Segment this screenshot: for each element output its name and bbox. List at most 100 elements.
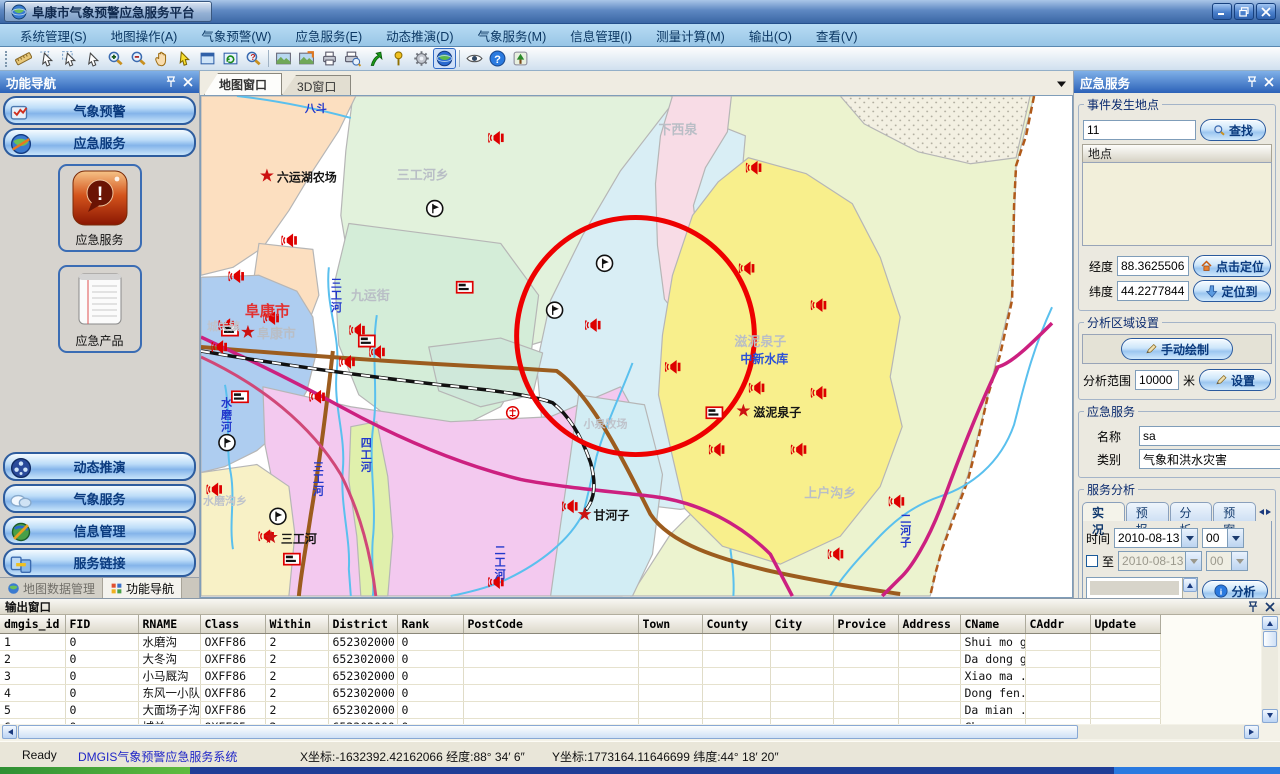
visibility-eye-icon[interactable] xyxy=(463,48,486,69)
menu-item-2[interactable]: 气象预警(W) xyxy=(189,23,283,48)
accordion-item-bottom-3[interactable]: 服务链接 xyxy=(3,548,196,577)
scroll-up-icon[interactable] xyxy=(1183,578,1197,592)
menu-item-3[interactable]: 应急服务(E) xyxy=(283,23,374,48)
column-header-Town[interactable]: Town xyxy=(638,615,702,633)
go-arrow-icon[interactable] xyxy=(364,48,387,69)
help-icon[interactable]: ? xyxy=(486,48,509,69)
menu-item-7[interactable]: 测量计算(M) xyxy=(644,23,737,48)
maximize-button[interactable] xyxy=(1234,3,1254,20)
column-header-Provice[interactable]: Provice xyxy=(833,615,898,633)
zoom-in-icon[interactable] xyxy=(104,48,127,69)
layer-tree-icon[interactable] xyxy=(509,48,532,69)
map-tab-0[interactable]: 地图窗口 xyxy=(204,73,282,95)
select-arrow-icon[interactable] xyxy=(81,48,104,69)
pin-icon[interactable] xyxy=(166,76,176,88)
refresh-view-icon[interactable] xyxy=(219,48,242,69)
column-header-dmgis_id[interactable]: dmgis_id xyxy=(0,615,65,633)
place-marker-icon[interactable] xyxy=(387,48,410,69)
element-list[interactable]: 降水空气温度 xyxy=(1086,577,1198,598)
identify-icon[interactable]: ? xyxy=(242,48,265,69)
table-row[interactable]: 50大面场子沟OXFF8626523020000Da mian ... xyxy=(0,701,1160,718)
range-input[interactable] xyxy=(1135,370,1179,390)
column-header-County[interactable]: County xyxy=(702,615,770,633)
accordion-item-0[interactable]: 气象预警 xyxy=(3,96,196,125)
menu-item-0[interactable]: 系统管理(S) xyxy=(8,23,99,48)
longitude-input[interactable] xyxy=(1117,256,1189,276)
accordion-item-bottom-2[interactable]: 信息管理 xyxy=(3,516,196,545)
tab-list-dropdown-icon[interactable] xyxy=(1056,77,1067,91)
scrollbar-thumb[interactable] xyxy=(1263,631,1277,647)
pin-icon[interactable] xyxy=(1248,601,1258,613)
menu-item-8[interactable]: 输出(O) xyxy=(737,23,804,48)
ruler-icon[interactable] xyxy=(12,48,35,69)
analysis-tab-3[interactable]: 预案 xyxy=(1213,502,1256,521)
set-range-button[interactable]: 设置 xyxy=(1199,369,1271,391)
column-header-Within[interactable]: Within xyxy=(265,615,328,633)
service-name-input[interactable] xyxy=(1139,426,1280,446)
column-header-RNAME[interactable]: RNAME xyxy=(138,615,200,633)
scroll-right-icon[interactable] xyxy=(1244,725,1259,739)
table-row[interactable]: 60城关OXFF8526523020000Cheng guan xyxy=(0,718,1160,724)
date-select[interactable]: 2010-08-13 xyxy=(1114,528,1198,548)
select-rect-icon[interactable] xyxy=(58,48,81,69)
map-canvas[interactable]: 八斗六运湖农场三工河乡下西泉九运街阜康市城关镇阜康市滋泥泉子中新水库滋泥泉子小泉… xyxy=(201,96,1072,597)
map-tab-1[interactable]: 3D窗口 xyxy=(282,75,351,95)
menu-item-4[interactable]: 动态推演(D) xyxy=(374,23,465,48)
close-icon[interactable] xyxy=(1264,77,1274,87)
menu-item-1[interactable]: 地图操作(A) xyxy=(99,23,190,48)
service-type-select[interactable]: 气象和洪水灾害 xyxy=(1139,449,1280,469)
left-panel-tab-0[interactable]: 地图数据管理 xyxy=(0,578,103,598)
column-header-Class[interactable]: Class xyxy=(200,615,265,633)
shortcut-0[interactable]: !应急服务 xyxy=(58,164,142,252)
print-icon[interactable] xyxy=(318,48,341,69)
chevron-down-icon[interactable] xyxy=(1181,529,1197,547)
chevron-down-icon[interactable] xyxy=(1227,529,1243,547)
menu-item-6[interactable]: 信息管理(I) xyxy=(558,23,644,48)
analysis-tab-1[interactable]: 预报 xyxy=(1126,502,1169,521)
column-header-City[interactable]: City xyxy=(770,615,833,633)
print-preview-icon[interactable] xyxy=(341,48,364,69)
hour-to-select[interactable]: 00 xyxy=(1206,551,1248,571)
table-vertical-scrollbar[interactable] xyxy=(1262,616,1278,723)
accordion-item-bottom-0[interactable]: 动态推演 xyxy=(3,452,196,481)
hour-select[interactable]: 00 xyxy=(1202,528,1244,548)
left-panel-tab-1[interactable]: 功能导航 xyxy=(103,578,182,598)
table-row[interactable]: 40东风一小队OXFF8626523020000Dong fen... xyxy=(0,684,1160,701)
column-header-Address[interactable]: Address xyxy=(898,615,960,633)
analysis-tab-2[interactable]: 分析 xyxy=(1170,502,1213,521)
map-image-icon[interactable] xyxy=(272,48,295,69)
pin-icon[interactable] xyxy=(1247,76,1257,88)
close-icon[interactable] xyxy=(183,77,193,87)
tab-scroll-left-icon[interactable] xyxy=(1258,504,1264,518)
menu-item-9[interactable]: 查看(V) xyxy=(804,23,870,48)
minimize-button[interactable] xyxy=(1212,3,1232,20)
globe-3d-icon[interactable] xyxy=(433,48,456,69)
analysis-tab-0[interactable]: 实况 xyxy=(1082,502,1125,521)
full-extent-icon[interactable] xyxy=(196,48,219,69)
place-list[interactable] xyxy=(1082,162,1272,246)
pan-hand-icon[interactable] xyxy=(150,48,173,69)
pointer-icon[interactable] xyxy=(173,48,196,69)
table-row[interactable]: 20大冬沟OXFF8626523020000Da dong gou xyxy=(0,650,1160,667)
list-scrollbar[interactable] xyxy=(1182,578,1197,598)
result-table[interactable]: dmgis_idFIDRNAMEClassWithinDistrictRankP… xyxy=(0,615,1161,724)
select-polygon-icon[interactable] xyxy=(35,48,58,69)
column-header-District[interactable]: District xyxy=(328,615,397,633)
locate-to-button[interactable]: 定位到 xyxy=(1193,280,1271,302)
analyze-button[interactable]: i 分析 xyxy=(1202,580,1268,598)
table-row[interactable]: 30小马厩沟OXFF8626523020000Xiao ma ... xyxy=(0,667,1160,684)
scrollbar-thumb[interactable] xyxy=(18,725,1078,739)
toolbar-grip[interactable] xyxy=(5,51,9,67)
column-header-PostCode[interactable]: PostCode xyxy=(463,615,638,633)
manual-draw-button[interactable]: 手动绘制 xyxy=(1121,338,1233,360)
close-icon[interactable] xyxy=(1265,602,1275,612)
zoom-out-icon[interactable] xyxy=(127,48,150,69)
click-locate-button[interactable]: 点击定位 xyxy=(1193,255,1271,277)
menu-item-5[interactable]: 气象服务(M) xyxy=(466,23,559,48)
search-button[interactable]: 查找 xyxy=(1200,119,1266,141)
settings-gear-icon[interactable] xyxy=(410,48,433,69)
scroll-up-icon[interactable] xyxy=(1262,616,1278,630)
map-viewport[interactable]: 八斗六运湖农场三工河乡下西泉九运街阜康市城关镇阜康市滋泥泉子中新水库滋泥泉子小泉… xyxy=(200,95,1073,598)
tab-scroll-right-icon[interactable] xyxy=(1266,504,1272,518)
scroll-left-icon[interactable] xyxy=(2,725,17,739)
